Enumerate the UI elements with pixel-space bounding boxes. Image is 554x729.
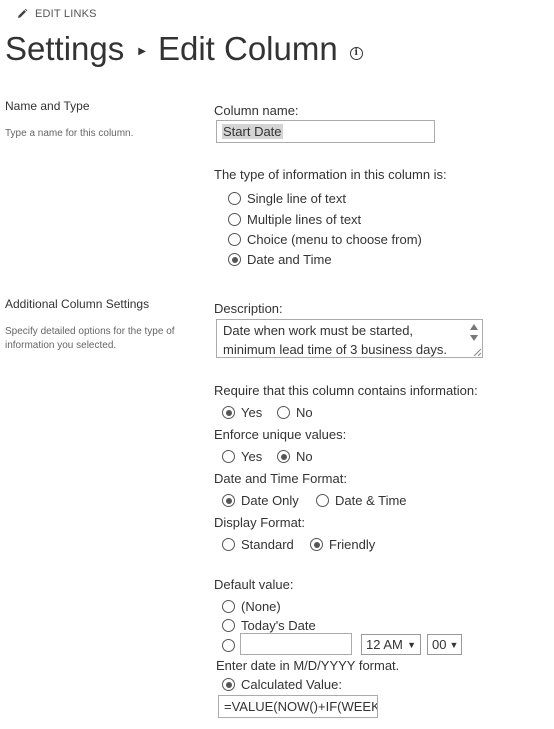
radio-icon[interactable] xyxy=(228,213,241,226)
type-option-label: Single line of text xyxy=(247,191,347,206)
unique-no-option[interactable]: No xyxy=(277,449,313,464)
description-label: Description: xyxy=(214,301,283,316)
hour-value: 12 AM xyxy=(366,637,403,652)
type-option-label: Date and Time xyxy=(247,252,332,267)
column-name-label: Column name: xyxy=(214,103,299,118)
default-calculated-option[interactable]: Calculated Value: xyxy=(222,677,342,692)
default-specific-date-option[interactable] xyxy=(222,639,241,652)
info-icon[interactable]: i xyxy=(349,46,363,60)
display-friendly-option[interactable]: Friendly xyxy=(310,537,375,552)
radio-checked-icon[interactable] xyxy=(222,678,235,691)
calculated-value: =VALUE(NOW()+IF(WEEKI xyxy=(224,699,378,714)
require-no-option[interactable]: No xyxy=(277,405,313,420)
type-label: The type of information in this column i… xyxy=(214,167,447,182)
default-today-label: Today's Date xyxy=(241,618,316,633)
require-yes-option[interactable]: Yes xyxy=(222,405,262,420)
chevron-down-icon: ▼ xyxy=(407,639,416,650)
unique-yes-label: Yes xyxy=(241,449,263,464)
unique-label: Enforce unique values: xyxy=(214,427,347,442)
hour-select[interactable]: 12 AM ▼ xyxy=(361,634,421,655)
chevron-down-icon: ▼ xyxy=(449,639,459,650)
type-option-choice[interactable]: Choice (menu to choose from) xyxy=(228,232,422,247)
edit-links-label: EDIT LINKS xyxy=(35,8,97,20)
radio-icon[interactable] xyxy=(316,494,329,507)
type-option-single-line[interactable]: Single line of text xyxy=(228,191,346,206)
format-date-only-label: Date Only xyxy=(241,493,299,508)
column-name-value: Start Date xyxy=(222,124,283,139)
display-standard-label: Standard xyxy=(241,537,294,552)
radio-icon[interactable] xyxy=(228,233,241,246)
breadcrumb-current: Edit Column xyxy=(157,30,338,67)
radio-icon[interactable] xyxy=(228,192,241,205)
section-desc-name-type: Type a name for this column. xyxy=(5,128,134,139)
section-desc-additional: Specify detailed options for the type of… xyxy=(5,326,175,351)
display-friendly-label: Friendly xyxy=(329,537,376,552)
description-value: Date when work must be started, minimum … xyxy=(223,323,447,357)
type-option-label: Choice (menu to choose from) xyxy=(247,232,422,247)
require-label: Require that this column contains inform… xyxy=(214,383,478,398)
breadcrumb-arrow-icon: ▶ xyxy=(138,45,146,57)
resize-handle-icon[interactable] xyxy=(473,348,481,356)
radio-icon[interactable] xyxy=(277,406,290,419)
type-option-label: Multiple lines of text xyxy=(247,212,362,227)
format-date-time-label: Date & Time xyxy=(335,493,407,508)
unique-yes-option[interactable]: Yes xyxy=(222,449,262,464)
default-none-option[interactable]: (None) xyxy=(222,599,281,614)
radio-checked-icon[interactable] xyxy=(277,450,290,463)
radio-icon[interactable] xyxy=(222,619,235,632)
section-title-additional: Additional Column Settings xyxy=(5,297,150,311)
format-date-time-option[interactable]: Date & Time xyxy=(316,493,407,508)
radio-icon[interactable] xyxy=(222,450,235,463)
calculated-label: Calculated Value: xyxy=(241,677,342,692)
default-today-option[interactable]: Today's Date xyxy=(222,618,316,633)
unique-no-label: No xyxy=(296,449,313,464)
page-title: Settings ▶ Edit Column i xyxy=(5,30,363,68)
format-date-only-option[interactable]: Date Only xyxy=(222,493,299,508)
breadcrumb-settings[interactable]: Settings xyxy=(5,30,124,68)
display-label: Display Format: xyxy=(214,515,306,530)
scroll-down-icon[interactable] xyxy=(470,335,478,341)
type-option-multiple-lines[interactable]: Multiple lines of text xyxy=(228,212,361,227)
default-date-input[interactable] xyxy=(240,633,352,655)
display-standard-option[interactable]: Standard xyxy=(222,537,294,552)
require-yes-label: Yes xyxy=(241,405,263,420)
scroll-up-icon[interactable] xyxy=(470,324,478,330)
type-option-date-time[interactable]: Date and Time xyxy=(228,252,332,267)
calculated-value-input[interactable]: =VALUE(NOW()+IF(WEEKI xyxy=(218,695,378,718)
format-label: Date and Time Format: xyxy=(214,471,347,486)
default-none-label: (None) xyxy=(241,599,281,614)
radio-checked-icon[interactable] xyxy=(222,406,235,419)
radio-checked-icon[interactable] xyxy=(222,494,235,507)
description-textarea[interactable]: Date when work must be started, minimum … xyxy=(216,319,483,358)
default-label: Default value: xyxy=(214,577,294,592)
radio-icon[interactable] xyxy=(222,639,235,652)
pencil-icon xyxy=(18,8,28,18)
require-no-label: No xyxy=(296,405,313,420)
date-format-hint: Enter date in M/D/YYYY format. xyxy=(216,658,400,673)
section-title-name-type: Name and Type xyxy=(5,99,90,113)
radio-icon[interactable] xyxy=(222,538,235,551)
radio-checked-icon[interactable] xyxy=(310,538,323,551)
minute-value: 00 xyxy=(432,637,447,652)
radio-checked-icon[interactable] xyxy=(228,253,241,266)
minute-select[interactable]: 00 ▼ xyxy=(427,634,462,655)
radio-icon[interactable] xyxy=(222,600,235,613)
column-name-input[interactable]: Start Date xyxy=(216,120,435,143)
edit-links[interactable]: EDIT LINKS xyxy=(16,8,97,20)
